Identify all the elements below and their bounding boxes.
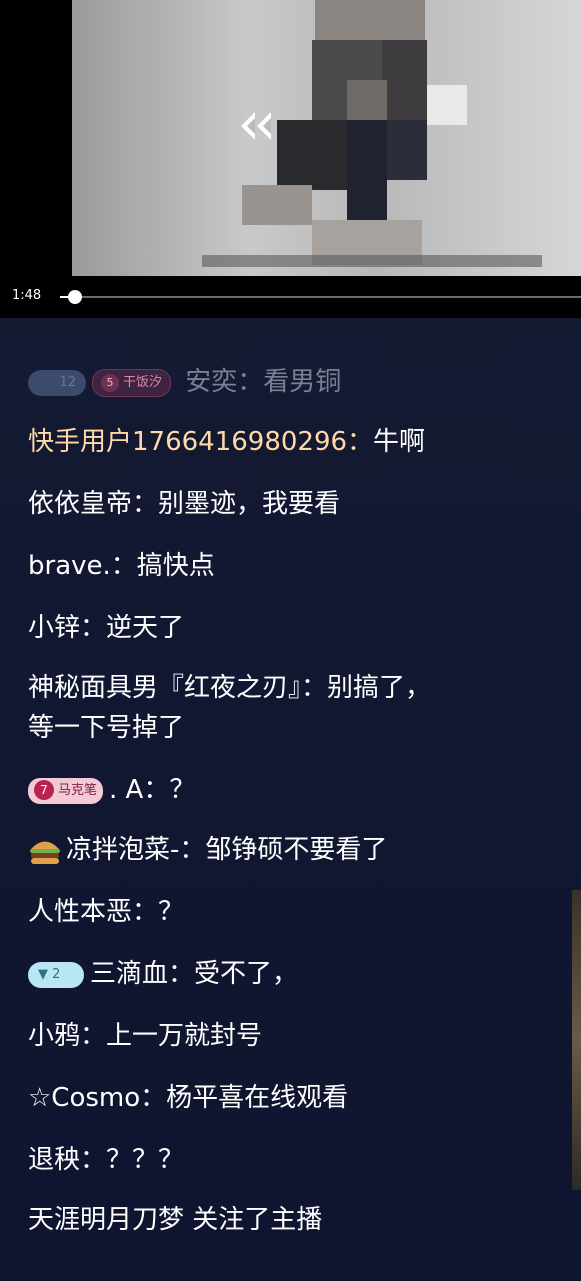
chat-text: 搞快点	[136, 551, 215, 581]
fan-club-badge: 5 干饭汐	[92, 368, 172, 397]
video-frame	[72, 0, 581, 276]
chat-message-continuation: 等一下号掉了	[28, 710, 184, 746]
chat-message: 7 马克笔. A：？	[28, 772, 195, 808]
chat-username[interactable]: brave.：	[28, 551, 137, 581]
burger-icon	[28, 836, 62, 866]
chat-text: 逆天了	[106, 613, 185, 643]
video-player[interactable]: 1:48	[0, 0, 581, 318]
chat-username[interactable]: 依依皇帝：	[28, 489, 158, 519]
chat-text: ？	[158, 897, 185, 927]
side-edge-strip	[572, 890, 581, 1190]
chat-text: ？	[169, 775, 196, 805]
chat-text: 等一下号掉了	[28, 713, 185, 743]
rewind-icon[interactable]	[237, 110, 277, 142]
chat-message: 神秘面具男『红夜之刃』：别搞了，	[28, 670, 431, 706]
progress-bar[interactable]	[60, 296, 581, 298]
chat-message: brave.：搞快点	[28, 548, 215, 584]
chat-username[interactable]: 退秧：	[28, 1145, 106, 1175]
chat-text: 别搞了，	[327, 673, 432, 703]
chat-text: ？？？	[106, 1145, 185, 1175]
chat-text: 别墨迹，我要看	[158, 489, 341, 519]
chat-username[interactable]: 小鸦：	[28, 1021, 106, 1051]
chat-text: 受不了，	[194, 959, 299, 989]
chat-text: 看男铜	[263, 367, 342, 397]
diamond-level-badge: ▼ 2	[28, 961, 84, 988]
level-badge: 12	[28, 369, 86, 396]
chat-username[interactable]: . A：	[109, 775, 169, 805]
gift-badge: 7 马克笔	[28, 777, 104, 804]
chat-username[interactable]: 人性本恶：	[28, 897, 158, 927]
chat-text: 上一万就封号	[106, 1021, 263, 1051]
chat-text: 杨平喜在线观看	[166, 1083, 349, 1113]
chat-message: ▼ 2 三滴血：受不了，	[28, 956, 298, 992]
chat-message: 天涯明月刀梦 关注了主播	[28, 1202, 322, 1238]
chat-message: 凉拌泡菜-：邹铮硕不要看了	[28, 832, 387, 868]
chat-message: 人性本恶：？	[28, 894, 184, 930]
chat-message: 小鸦：上一万就封号	[28, 1018, 262, 1054]
chat-text: 牛啊	[373, 427, 426, 457]
chat-message: 12 5 干饭汐 安奕：看男铜	[28, 364, 341, 400]
video-timestamp: 1:48	[12, 288, 42, 303]
progress-handle[interactable]	[68, 290, 82, 304]
chat-username[interactable]: ☆Cosmo：	[28, 1083, 166, 1113]
chat-username[interactable]: 快手用户1766416980296：	[28, 427, 373, 457]
chat-message: 小锌：逆天了	[28, 610, 184, 646]
chat-message: ☆Cosmo：杨平喜在线观看	[28, 1080, 348, 1116]
chat-username[interactable]: 三滴血：	[90, 959, 194, 989]
chat-message: 退秧：？？？	[28, 1142, 184, 1178]
chat-message: 依依皇帝：别墨迹，我要看	[28, 486, 340, 522]
chat-text: 邹铮硕不要看了	[205, 835, 388, 865]
chat-username[interactable]: 天涯明月刀梦	[28, 1205, 184, 1235]
chat-username[interactable]: 凉拌泡菜-：	[66, 835, 205, 865]
chat-username[interactable]: 安奕：	[185, 367, 263, 397]
chat-text: 关注了主播	[184, 1205, 323, 1235]
chat-username[interactable]: 小锌：	[28, 613, 106, 643]
chat-message: 快手用户1766416980296：牛啊	[28, 424, 425, 460]
live-chat-panel: 12 5 干饭汐 安奕：看男铜 快手用户1766416980296：牛啊 依依皇帝：…	[0, 318, 581, 1281]
chat-username[interactable]: 神秘面具男『红夜之刃』：	[28, 673, 327, 703]
